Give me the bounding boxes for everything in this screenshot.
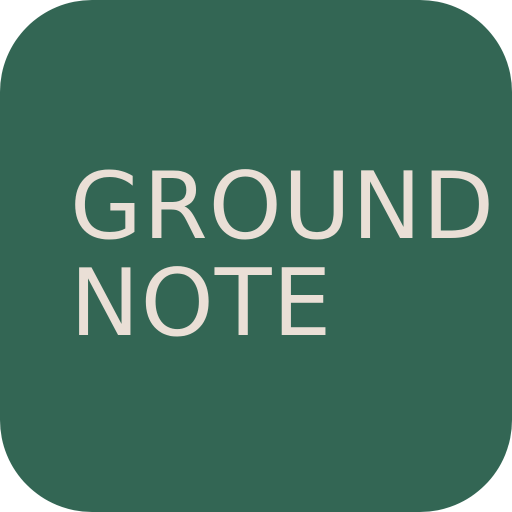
app-icon: GROUND NOTE bbox=[0, 0, 512, 512]
wordmark-line-ground: GROUND bbox=[70, 152, 496, 260]
wordmark: GROUND NOTE bbox=[70, 158, 495, 352]
wordmark-line-note: NOTE bbox=[70, 249, 333, 357]
